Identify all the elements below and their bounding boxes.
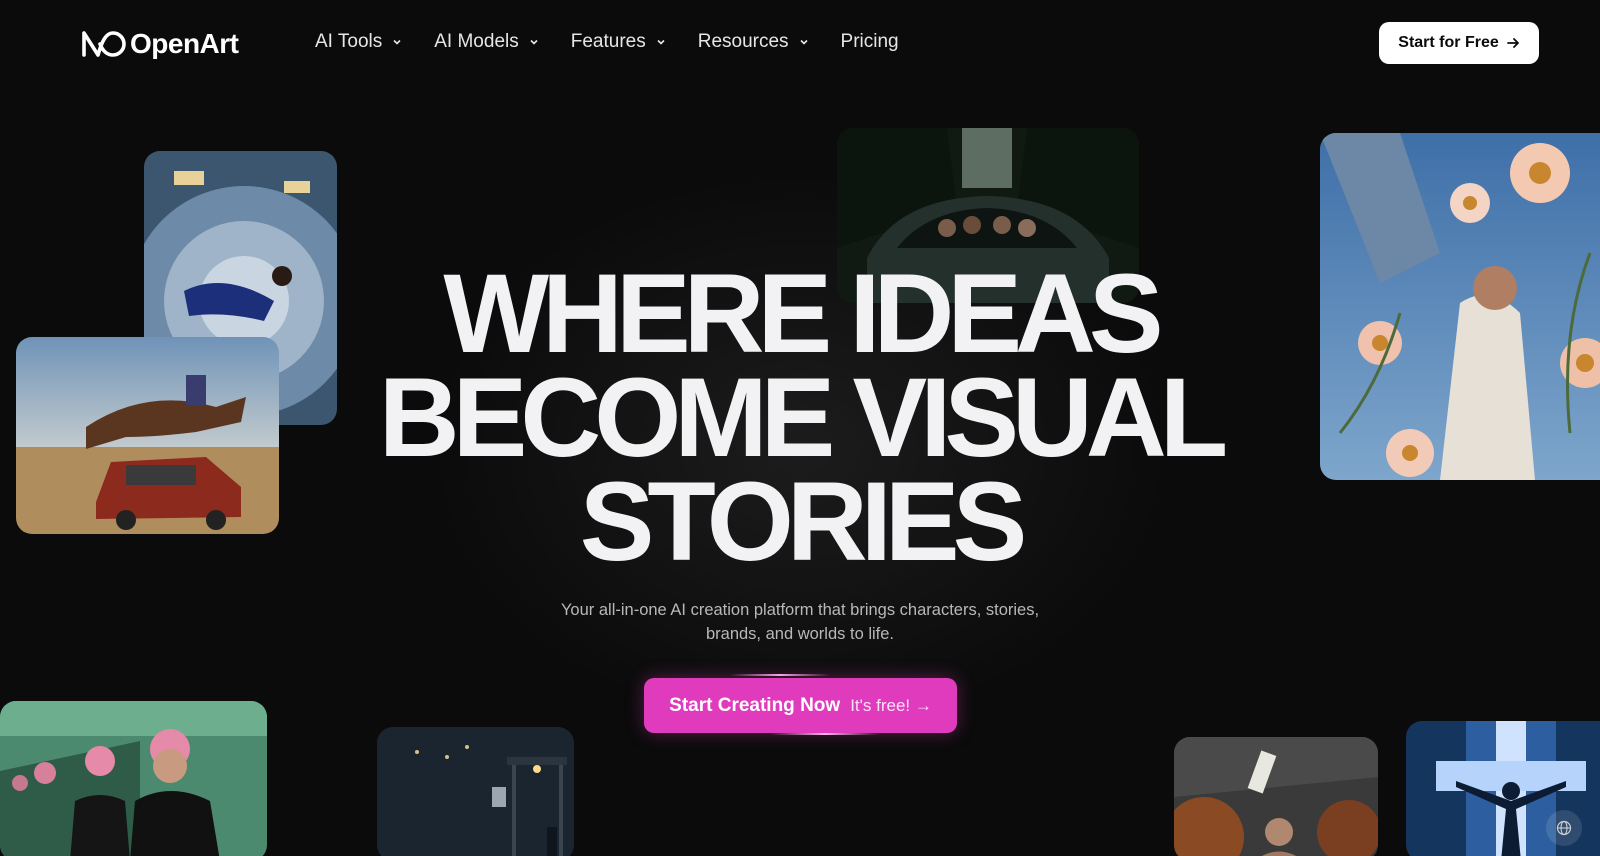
nav-item-label: Resources <box>697 31 789 52</box>
nav-item-label: AI Tools <box>315 31 383 52</box>
nav-item-pricing[interactable]: Pricing <box>841 31 899 53</box>
hero-subtitle: Your all-in-one AI creation platform tha… <box>560 601 1040 643</box>
headline-line-2: BECOME VISUAL <box>378 355 1228 480</box>
start-creating-label: Start Creating Now <box>669 694 841 716</box>
chevron-down-icon <box>657 39 665 45</box>
hero-headline: WHERE IDEAS BECOME VISUAL STORIES <box>300 251 1300 584</box>
nav-item-ai-tools[interactable]: AI Tools <box>315 31 402 53</box>
language-button[interactable] <box>1546 810 1582 846</box>
chevron-down-icon <box>799 39 808 45</box>
start-for-free-label: Start for Free <box>1398 34 1499 51</box>
cta-glow-line-top <box>730 674 830 676</box>
headline-line-1: WHERE IDEAS <box>443 251 1163 376</box>
arrow-right-icon <box>1506 38 1519 48</box>
basketball-image <box>1174 737 1378 856</box>
brand-name: OpenArt <box>130 28 239 59</box>
start-for-free-button[interactable]: Start for Free <box>1379 22 1539 64</box>
nav-item-label: Pricing <box>840 31 899 52</box>
pink-hair-mirror-image <box>0 701 267 856</box>
nav-item-label: AI Models <box>434 31 519 52</box>
nav-item-ai-models[interactable]: AI Models <box>434 31 538 53</box>
brand-logo[interactable]: OpenArt <box>78 28 239 60</box>
nav-item-features[interactable]: Features <box>571 31 666 53</box>
woman-flowers-image <box>1320 133 1600 480</box>
chevron-down-icon <box>530 39 538 45</box>
globe-icon <box>1556 820 1572 836</box>
rainy-bus-stop-image <box>377 727 574 856</box>
main-menu: AI Tools AI Models Features Resources Pr… <box>315 31 899 53</box>
nav-item-label: Features <box>570 31 646 52</box>
top-navigation: OpenArt AI Tools AI Models Features Reso… <box>0 0 1600 86</box>
nav-item-resources[interactable]: Resources <box>698 31 809 53</box>
headline-line-3: STORIES <box>579 459 1028 584</box>
start-creating-now-button[interactable]: Start Creating Now It's free! → <box>644 678 957 733</box>
chevron-down-icon <box>393 39 401 45</box>
horse-jumping-car-image <box>16 337 279 534</box>
its-free-label: It's free! → <box>850 695 932 715</box>
cta-glow-line-bottom <box>770 733 880 735</box>
infinity-loop-logo-icon <box>82 31 126 57</box>
